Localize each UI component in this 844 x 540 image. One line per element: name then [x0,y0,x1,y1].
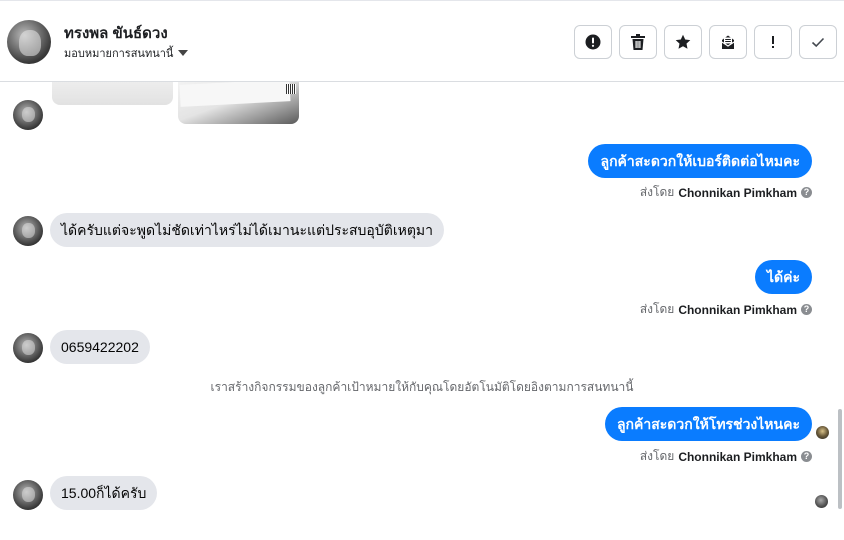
attached-image[interactable] [178,82,299,124]
help-icon[interactable]: ? [801,187,812,198]
star-icon [675,34,691,49]
conversation-header: ทรงพล ขันธ์ดวง มอบหมายการสนทนานี้ [0,0,844,82]
outgoing-message[interactable]: ลูกค้าสะดวกให้เบอร์ติดต่อไหมคะ [588,144,812,178]
assign-label: มอบหมายการสนทนานี้ [64,48,174,60]
contact-name[interactable]: ทรงพล ขันธ์ดวง [64,21,168,45]
trash-icon [631,34,645,50]
mark-unread-button[interactable] [709,25,747,59]
contact-avatar-small [13,216,43,246]
envelope-icon [721,35,735,49]
check-icon [811,37,825,48]
sent-by-label: ส่งโดย Chonnikan Pimkham ? [640,300,812,319]
delete-button[interactable] [619,25,657,59]
sender-name: Chonnikan Pimkham [678,185,797,200]
sent-by-label: ส่งโดย Chonnikan Pimkham ? [640,447,812,466]
help-icon[interactable]: ? [801,451,812,462]
sent-by-prefix: ส่งโดย [639,302,675,316]
message-thread[interactable]: ลูกค้าสะดวกให้เบอร์ติดต่อไหมคะ ส่งโดย Ch… [0,82,844,540]
sent-by-prefix: ส่งโดย [639,185,675,199]
incoming-message[interactable]: ได้ครับแต่จะพูดไม่ชัดเท่าไหร่ไม่ได้เมานะ… [50,213,445,247]
mark-done-button[interactable] [799,25,837,59]
incoming-message[interactable]: 15.00ก็ได้ครับ [50,476,158,510]
star-button[interactable] [664,25,702,59]
seen-by-avatar [815,495,828,508]
contact-avatar-small [13,100,43,130]
alert-circle-icon [585,34,601,50]
incoming-message[interactable]: 0659422202 [50,330,150,364]
thread-scrollbar[interactable] [838,409,842,509]
sender-name: Chonnikan Pimkham [678,302,797,317]
sent-by-prefix: ส่งโดย [639,449,675,463]
help-icon[interactable]: ? [801,304,812,315]
exclamation-icon [772,36,774,48]
read-receipt-avatar [816,426,829,439]
contact-avatar-small [13,480,43,510]
outgoing-message[interactable]: ได้ค่ะ [754,260,812,294]
system-notice: เราสร้างกิจกรรมของลูกค้าเป้าหมายให้กับคุ… [210,380,634,394]
mark-spam-button[interactable] [574,25,612,59]
follow-up-button[interactable] [754,25,792,59]
conversation-actions [574,25,837,59]
assign-conversation-dropdown[interactable]: มอบหมายการสนทนานี้ [64,44,189,62]
contact-avatar[interactable] [7,20,51,64]
caret-down-icon [178,50,189,56]
sender-name: Chonnikan Pimkham [678,449,797,464]
sent-by-label: ส่งโดย Chonnikan Pimkham ? [640,183,812,202]
contact-avatar-small [13,333,43,363]
inbox-conversation-view: ทรงพล ขันธ์ดวง มอบหมายการสนทนานี้ ลูกค้า… [0,0,844,540]
attached-image[interactable] [52,82,173,105]
outgoing-message[interactable]: ลูกค้าสะดวกให้โทรช่วงไหนคะ [604,407,812,441]
